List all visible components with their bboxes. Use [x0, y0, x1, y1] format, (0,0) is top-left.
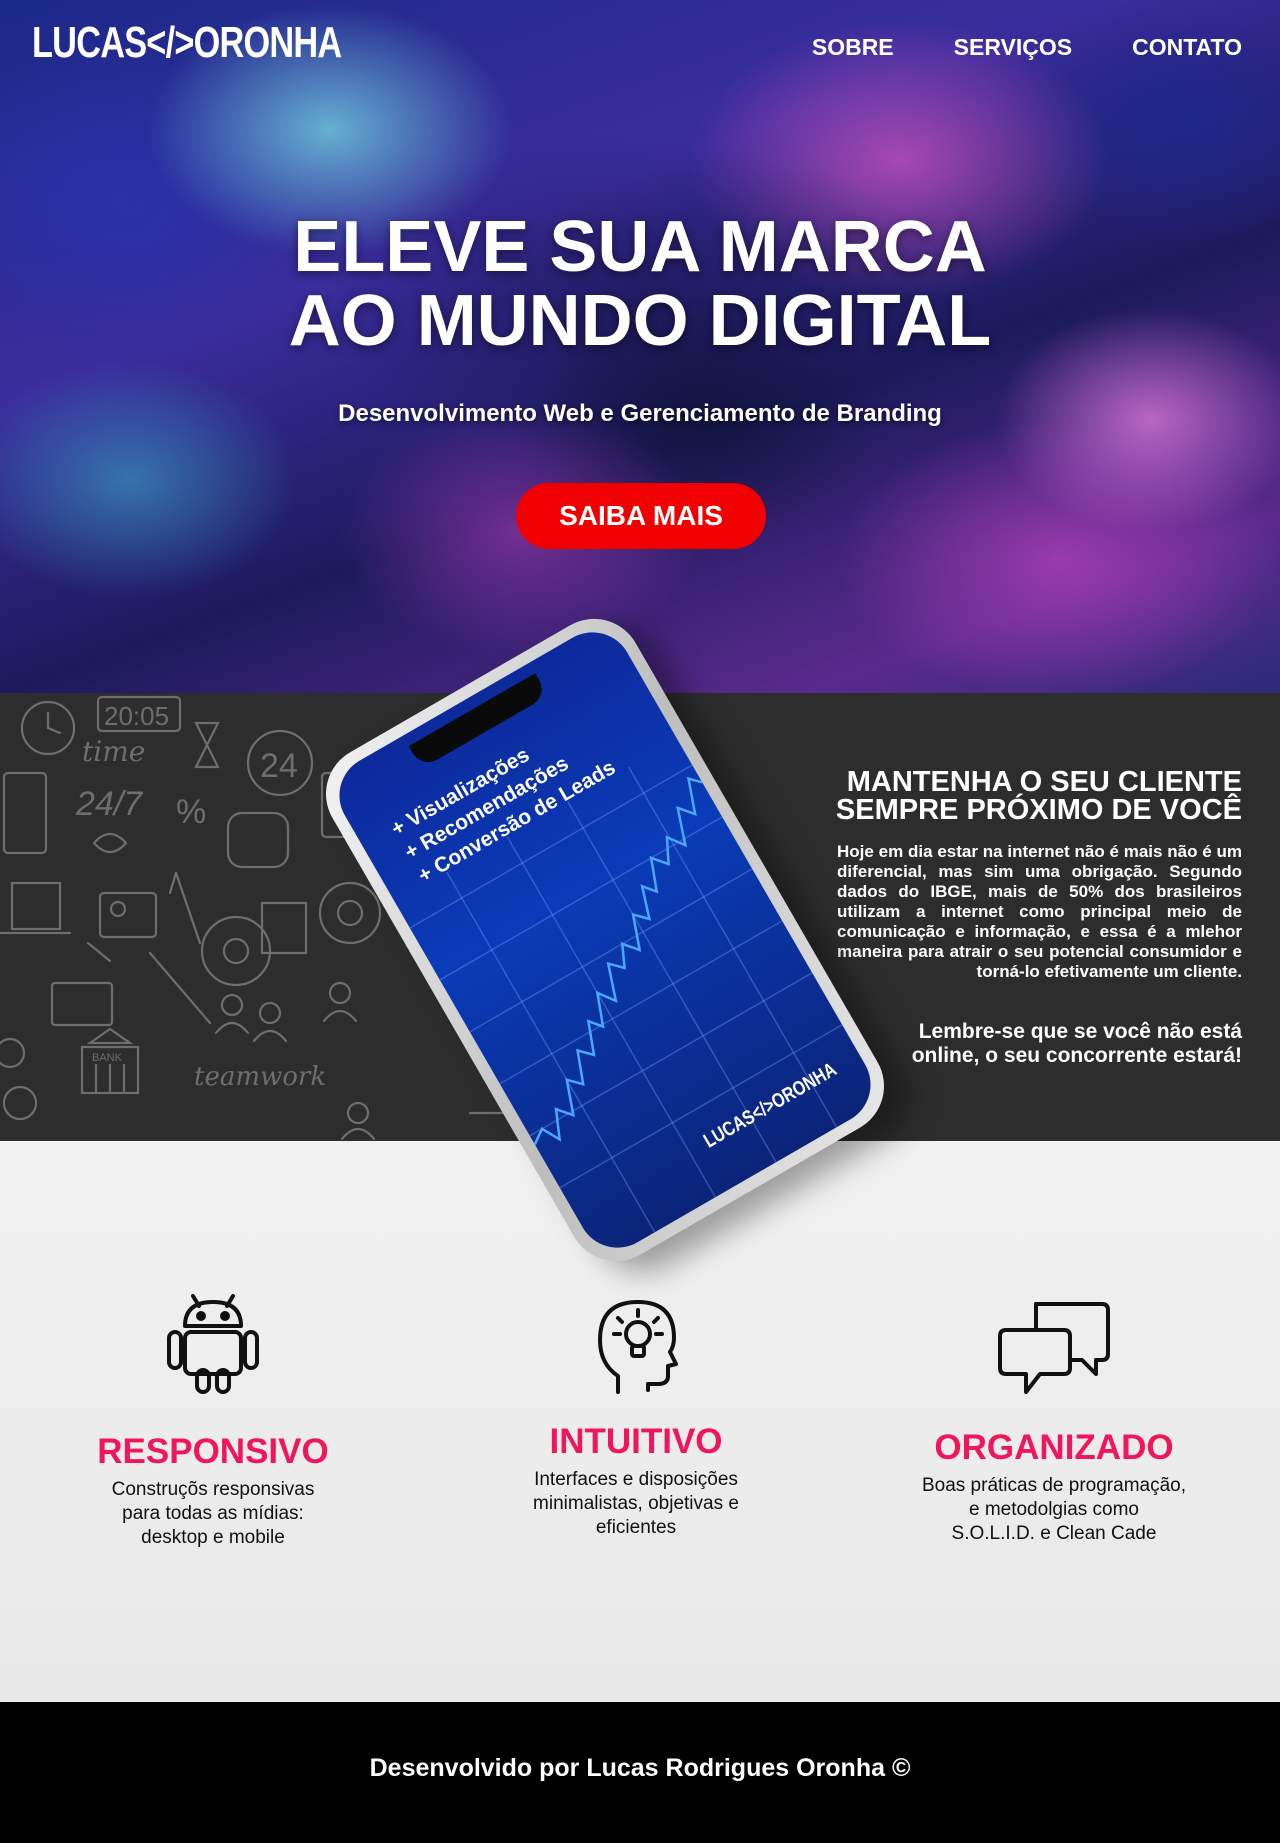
about-quote: Lembre-se que se você não está online, o…: [822, 1020, 1242, 1068]
feature-intuitivo-line-1: Interfaces e disposições: [534, 1469, 738, 1490]
android-icon: [167, 1294, 259, 1394]
feature-responsivo-line-3: desktop e mobile: [141, 1527, 285, 1548]
feature-responsivo-line-2: para todas as mídias:: [122, 1503, 304, 1524]
about-quote-line-2: online, o seu concorrente estará!: [911, 1044, 1242, 1067]
about-text: Hoje em dia estar na internet não é mais…: [837, 842, 1242, 981]
feature-responsivo-title: RESPONSIVO: [97, 1432, 329, 1471]
feature-intuitivo: INTUITIVO Interfaces e disposições minim…: [456, 1296, 816, 1540]
feature-organizado-line-2: e metodolgias como: [968, 1499, 1140, 1520]
svg-text:24/7: 24/7: [75, 785, 143, 823]
about-title: MANTENHA O SEU CLIENTE SEMPRE PRÓXIMO DE…: [812, 768, 1242, 826]
feature-responsivo-description: Construçõs responsivas para todas as míd…: [33, 1478, 393, 1550]
svg-text:BANK: BANK: [92, 1052, 123, 1064]
feature-intuitivo-title: INTUITIVO: [549, 1422, 723, 1461]
lightbulb-head-icon: [598, 1300, 678, 1394]
svg-text:teamwork: teamwork: [194, 1062, 326, 1092]
svg-text:24: 24: [260, 747, 298, 785]
saiba-mais-button[interactable]: SAIBA MAIS: [516, 483, 766, 549]
nav-link-contato[interactable]: CONTATO: [1132, 34, 1242, 61]
chat-bubbles-icon: [998, 1302, 1110, 1394]
nav-link-servicos[interactable]: SERVIÇOS: [954, 34, 1072, 61]
about-title-line-2: SEMPRE PRÓXIMO DE VOCÊ: [835, 794, 1242, 826]
site-footer: Desenvolvido por Lucas Rodrigues Oronha …: [0, 1702, 1280, 1843]
about-quote-line-1: Lembre-se que se você não está: [918, 1020, 1242, 1043]
feature-responsivo: RESPONSIVO Construçõs responsivas para t…: [33, 1290, 393, 1550]
feature-organizado-description: Boas práticas de programação, e metodolg…: [874, 1474, 1234, 1546]
svg-text:time: time: [82, 735, 145, 768]
svg-text:20:05: 20:05: [104, 701, 169, 731]
nav-link-sobre[interactable]: SOBRE: [812, 34, 894, 61]
feature-organizado-line-3: S.O.L.I.D. e Clean Cade: [951, 1523, 1157, 1544]
feature-intuitivo-line-2: minimalistas, objetivas e: [533, 1493, 739, 1514]
hero-title-line-1: ELEVE SUA MARCA: [293, 207, 987, 287]
hero-title: ELEVE SUA MARCA AO MUNDO DIGITAL: [0, 210, 1280, 358]
feature-intuitivo-line-3: eficientes: [595, 1517, 677, 1538]
footer-credit: Desenvolvido por Lucas Rodrigues Oronha …: [369, 1754, 911, 1782]
feature-responsivo-line-1: Construçõs responsivas: [111, 1479, 315, 1500]
hero-title-line-2: AO MUNDO DIGITAL: [288, 281, 992, 361]
site-logo[interactable]: LUCAS</>ORONHA: [32, 18, 342, 68]
hero-subtitle: Desenvolvimento Web e Gerenciamento de B…: [338, 400, 942, 427]
main-nav: SOBRE SERVIÇOS CONTATO: [752, 34, 1242, 61]
feature-organizado: ORGANIZADO Boas práticas de programação,…: [874, 1298, 1234, 1546]
feature-organizado-line-1: Boas práticas de programação,: [921, 1475, 1187, 1496]
feature-organizado-title: ORGANIZADO: [934, 1428, 1174, 1467]
svg-text:%: %: [176, 793, 206, 831]
feature-intuitivo-description: Interfaces e disposições minimalistas, o…: [456, 1468, 816, 1540]
